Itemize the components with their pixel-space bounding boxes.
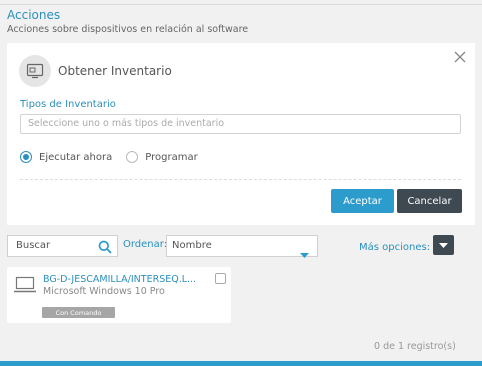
order-select[interactable]: Nombre [166, 235, 318, 257]
more-options-label: Más opciones: [359, 242, 431, 253]
pagination-count: 0 de 1 registro(s) [374, 341, 456, 352]
inventory-icon [19, 55, 51, 87]
accept-button[interactable]: Aceptar [331, 189, 394, 213]
inventory-types-label: Tipos de Inventario [20, 99, 116, 110]
device-os: Microsoft Windows 10 Pro [43, 286, 165, 297]
bottom-bar [0, 361, 482, 366]
page-title: Acciones [7, 8, 61, 22]
laptop-icon [13, 275, 37, 299]
chevron-down-icon[interactable] [300, 243, 309, 262]
radio-execute-now[interactable] [20, 151, 32, 163]
page-subtitle: Acciones sobre dispositivos en relación … [7, 24, 249, 35]
radio-schedule-label[interactable]: Programar [145, 152, 197, 163]
more-options-button[interactable] [433, 235, 454, 255]
cancel-button[interactable]: Cancelar [397, 189, 462, 213]
inventory-types-input[interactable]: Seleccione uno o más tipos de inventario [20, 114, 461, 134]
inventory-panel: Obtener Inventario Tipos de Inventario S… [7, 43, 475, 225]
panel-title: Obtener Inventario [58, 64, 172, 78]
execution-options: Ejecutar ahora Programar [20, 151, 198, 163]
order-label: Ordenar: [123, 239, 168, 250]
divider [20, 179, 461, 180]
close-icon[interactable] [453, 49, 467, 63]
radio-schedule[interactable] [126, 151, 139, 163]
caret-down-icon [439, 242, 448, 248]
device-checkbox[interactable] [215, 273, 226, 284]
status-badge: Con Comando [42, 307, 115, 318]
radio-execute-now-label[interactable]: Ejecutar ahora [39, 152, 112, 163]
search-icon[interactable] [98, 239, 112, 258]
device-card[interactable]: BG-D-JESCAMILLA/INTERSEQ.L... Microsoft … [7, 267, 231, 323]
top-divider [0, 4, 482, 5]
device-name[interactable]: BG-D-JESCAMILLA/INTERSEQ.L... [43, 274, 196, 285]
